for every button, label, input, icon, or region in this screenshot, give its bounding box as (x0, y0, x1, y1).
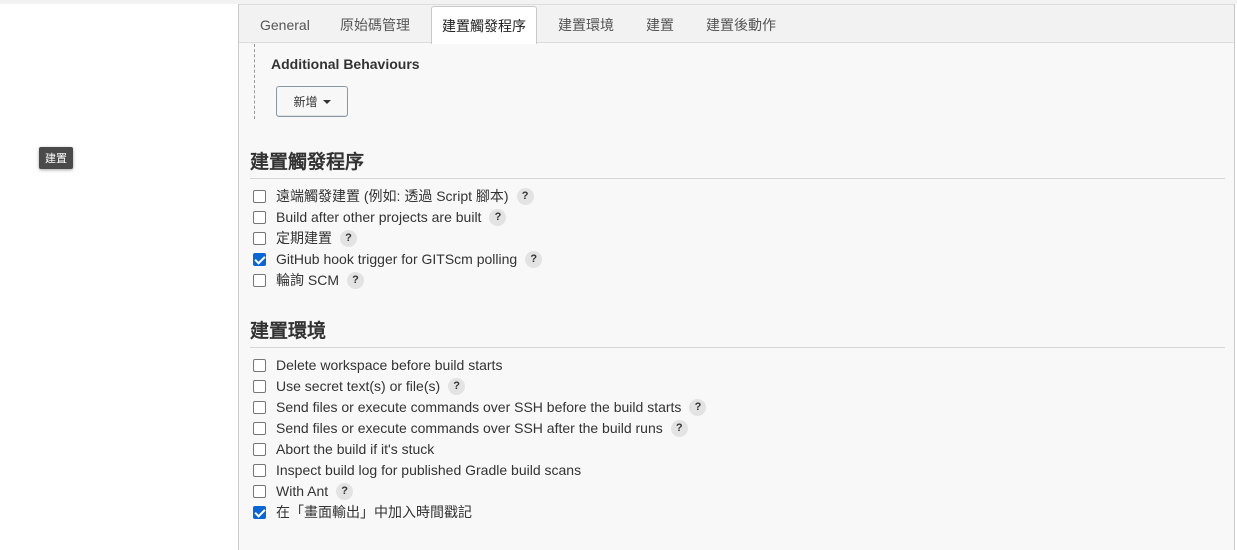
trigger-after-other-projects: Build after other projects are built ? (253, 207, 507, 227)
trigger-poll-scm-label: 輪詢 SCM (276, 272, 339, 288)
trigger-after-other-projects-checkbox[interactable] (253, 210, 266, 224)
tab-build-triggers[interactable]: 建置觸發程序 (431, 6, 537, 44)
trigger-after-other-projects-label: Build after other projects are built (276, 209, 482, 225)
help-icon[interactable]: ? (670, 419, 688, 437)
trigger-periodic-checkbox[interactable] (253, 231, 266, 245)
env-ssh-after-label: Send files or execute commands over SSH … (276, 420, 663, 436)
env-secret-text-checkbox[interactable] (253, 379, 266, 393)
env-with-ant: With Ant ? (253, 481, 354, 501)
trigger-poll-scm-checkbox[interactable] (253, 273, 266, 287)
help-icon[interactable]: ? (689, 398, 707, 416)
trigger-periodic-label: 定期建置 (276, 230, 332, 246)
tab-build-environment[interactable]: 建置環境 (548, 5, 624, 44)
env-ssh-before-checkbox[interactable] (253, 400, 266, 414)
help-icon[interactable]: ? (525, 250, 543, 268)
env-secret-text-label: Use secret text(s) or file(s) (276, 378, 441, 394)
env-ssh-after-checkbox[interactable] (253, 421, 266, 435)
tab-post-build-actions[interactable]: 建置後動作 (696, 5, 786, 44)
help-icon[interactable]: ? (489, 208, 507, 226)
env-timestamps-checkbox[interactable] (253, 505, 266, 519)
trigger-poll-scm: 輪詢 SCM ? (253, 270, 364, 290)
env-with-ant-label: With Ant (276, 483, 329, 499)
env-delete-workspace: Delete workspace before build starts (253, 355, 502, 375)
trigger-remote: 遠端觸發建置 (例如: 透過 Script 腳本) ? (253, 186, 534, 206)
config-panel: General 原始碼管理 建置觸發程序 建置環境 建置 建置後動作 Addit… (238, 4, 1235, 550)
tab-source-code-management[interactable]: 原始碼管理 (330, 5, 420, 44)
env-gradle-scans-label: Inspect build log for published Gradle b… (276, 462, 582, 478)
additional-behaviours-title: Additional Behaviours (271, 56, 420, 72)
tooltip: 建置 (39, 147, 73, 169)
env-delete-workspace-label: Delete workspace before build starts (276, 357, 503, 373)
add-behaviour-button[interactable]: 新增 (276, 86, 348, 117)
build-triggers-heading: 建置觸發程序 (250, 147, 1225, 179)
help-icon[interactable]: ? (448, 377, 466, 395)
caret-down-icon (322, 99, 331, 104)
tab-build[interactable]: 建置 (636, 5, 684, 44)
help-icon[interactable]: ? (336, 482, 354, 500)
tab-general[interactable]: General (250, 5, 320, 44)
build-environment-heading: 建置環境 (250, 316, 1225, 348)
help-icon[interactable]: ? (347, 271, 364, 289)
trigger-github-hook: GitHub hook trigger for GITScm polling ? (253, 249, 543, 269)
env-delete-workspace-checkbox[interactable] (253, 358, 266, 372)
env-gradle-scans: Inspect build log for published Gradle b… (253, 460, 581, 480)
env-ssh-before-label: Send files or execute commands over SSH … (276, 399, 682, 415)
trigger-github-hook-label: GitHub hook trigger for GITScm polling (276, 251, 518, 267)
add-button-label: 新增 (293, 95, 318, 109)
env-ssh-before: Send files or execute commands over SSH … (253, 397, 707, 417)
env-with-ant-checkbox[interactable] (253, 484, 266, 498)
env-abort-stuck-label: Abort the build if it's stuck (276, 441, 435, 457)
trigger-github-hook-checkbox[interactable] (253, 252, 266, 266)
env-gradle-scans-checkbox[interactable] (253, 463, 266, 477)
env-ssh-after: Send files or execute commands over SSH … (253, 418, 688, 438)
env-abort-stuck: Abort the build if it's stuck (253, 439, 434, 459)
env-timestamps: 在「畫面輸出」中加入時間戳記 (253, 502, 472, 522)
env-secret-text: Use secret text(s) or file(s) ? (253, 376, 466, 396)
help-icon[interactable]: ? (516, 187, 534, 205)
tab-bar: General 原始碼管理 建置觸發程序 建置環境 建置 建置後動作 (239, 4, 1234, 44)
trigger-periodic: 定期建置 ? (253, 228, 357, 248)
trigger-remote-checkbox[interactable] (253, 189, 266, 203)
section-divider-dashed (254, 44, 255, 119)
trigger-remote-label: 遠端觸發建置 (例如: 透過 Script 腳本) (276, 188, 509, 204)
help-icon[interactable]: ? (340, 229, 357, 247)
env-timestamps-label: 在「畫面輸出」中加入時間戳記 (276, 504, 472, 520)
env-abort-stuck-checkbox[interactable] (253, 442, 266, 456)
